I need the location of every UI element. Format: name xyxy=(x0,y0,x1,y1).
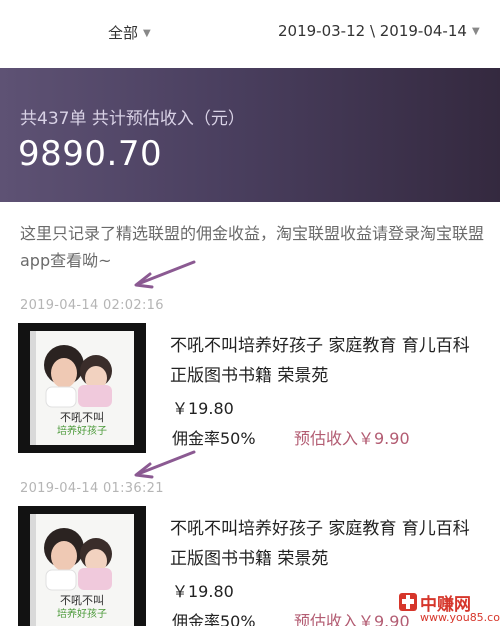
cover-subtitle: 培养好孩子 xyxy=(57,607,107,620)
commission-rate: 佣金率50% xyxy=(172,612,256,626)
product-title[interactable]: 不吼不叫培养好孩子 家庭教育 育儿百科 正版图书书籍 荣景苑 xyxy=(170,514,480,574)
summary-amount: 9890.70 xyxy=(18,134,163,174)
category-filter-label: 全部 xyxy=(108,24,139,42)
annotation-arrow-icon xyxy=(134,450,196,479)
product-price: ￥19.80 xyxy=(172,582,234,601)
site-watermark: 中赚网 www.you85.com xyxy=(396,590,500,626)
estimated-income: 预估收入￥9.90 xyxy=(294,429,410,448)
category-filter[interactable]: 全部 ▼ xyxy=(108,22,151,43)
income-summary: 共437单 共计预估收入（元） 9890.70 xyxy=(0,68,500,202)
watermark-url: www.you85.com xyxy=(420,611,500,624)
estimated-income: 预估收入￥9.90 xyxy=(294,612,410,626)
cover-title: 不吼不叫 xyxy=(60,411,104,424)
product-title[interactable]: 不吼不叫培养好孩子 家庭教育 育儿百科 正版图书书籍 荣景苑 xyxy=(170,331,480,391)
summary-line: 共437单 共计预估收入（元） xyxy=(20,109,245,129)
caret-down-icon: ▼ xyxy=(143,28,151,39)
watermark-logo-icon xyxy=(399,593,417,611)
caret-down-icon: ▼ xyxy=(471,26,480,37)
order-time: 2019-04-14 01:36:21 xyxy=(20,481,164,496)
date-range-label: 2019-03-12 \ 2019-04-14 xyxy=(278,22,467,40)
order-time: 2019-04-14 02:02:16 xyxy=(20,298,164,313)
date-range-filter[interactable]: 2019-03-12 \ 2019-04-14 ▼ xyxy=(278,22,480,40)
product-cover-image: 不吼不叫 培养好孩子 xyxy=(18,506,146,626)
annotation-arrow-icon xyxy=(134,260,196,289)
filter-bar: 全部 ▼ 2019-03-12 \ 2019-04-14 ▼ xyxy=(0,0,500,68)
notice-text: 这里只记录了精选联盟的佣金收益，淘宝联盟收益请登录淘宝联盟app查看呦~ xyxy=(20,224,485,270)
cover-subtitle: 培养好孩子 xyxy=(57,424,107,437)
cover-title: 不吼不叫 xyxy=(60,594,104,607)
product-cover-image: 不吼不叫 培养好孩子 xyxy=(18,323,146,453)
product-price: ￥19.80 xyxy=(172,399,234,418)
